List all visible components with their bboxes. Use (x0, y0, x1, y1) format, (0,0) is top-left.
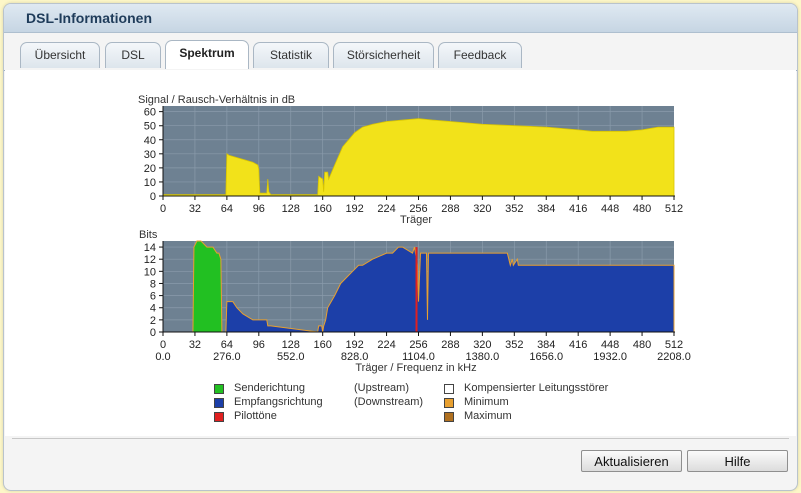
legend-maximum-label: Maximum (464, 410, 512, 422)
bits-x-tick-label: 288 (441, 339, 459, 351)
tab-dsl[interactable]: DSL (105, 42, 161, 68)
snr-x-tick-label: 32 (189, 203, 201, 215)
bits-y-ticks: 02468101214 (144, 242, 163, 339)
footer-divider (12, 438, 789, 439)
snr-y-tick-label: 30 (144, 149, 156, 161)
bits-freq-tick-label: 1932.0 (593, 351, 627, 363)
bits-y-tick-label: 12 (144, 254, 156, 266)
snr-y-tick-label: 60 (144, 107, 156, 119)
tab-statistik[interactable]: Statistik (253, 42, 329, 68)
snr-y-tick-label: 40 (144, 135, 156, 147)
bits-chart: Bits 02468101214 0 32 64 96 128 160 192 224 256 2… (139, 229, 691, 374)
snr-x-tick-label: 288 (441, 203, 459, 215)
tab-uebersicht[interactable]: Übersicht (20, 42, 100, 68)
bits-x-tick-label: 256 (409, 339, 427, 351)
title-bar: DSL-Informationen (4, 4, 797, 33)
legend-swatch-pilot (214, 412, 224, 422)
bits-x-tick-label: 352 (505, 339, 523, 351)
bits-x-tick-label: 192 (345, 339, 363, 351)
spectrum-panel: Signal / Rausch-Verhältnis in dB 0 10 20 30… (5, 70, 796, 436)
bits-freq-tick-label: 1656.0 (529, 351, 563, 363)
tab-spektrum[interactable]: Spektrum (165, 40, 249, 69)
snr-xlabel: Träger (400, 214, 432, 226)
legend-upstream-label: Senderichtung (234, 382, 305, 394)
bits-x-tick-label: 480 (633, 339, 651, 351)
bits-x-tick-label: 32 (189, 339, 201, 351)
tab-stoersicherheit[interactable]: Störsicherheit (333, 42, 434, 68)
legend-swatch-minimum (444, 398, 454, 408)
snr-x-tick-label: 64 (221, 203, 233, 215)
snr-x-tick-label: 192 (345, 203, 363, 215)
bits-y-tick-label: 14 (144, 242, 156, 254)
bits-x-tick-label: 224 (377, 339, 395, 351)
bits-xlabel: Träger / Frequenz in kHz (355, 362, 476, 374)
snr-x-tick-label: 96 (253, 203, 265, 215)
bits-x-ticks: 0 32 64 96 128 160 192 224 256 288 320 352 384 416 448… (160, 332, 683, 351)
snr-x-tick-label: 224 (377, 203, 395, 215)
bits-y-tick-label: 8 (150, 278, 156, 290)
bits-x-tick-label: 160 (314, 339, 332, 351)
snr-x-tick-label: 128 (282, 203, 300, 215)
snr-y-tick-label: 0 (150, 191, 156, 203)
window-title: DSL-Informationen (26, 10, 152, 26)
bits-y-tick-label: 0 (150, 327, 156, 339)
snr-x-ticks: 0 32 64 96 128 160 192 224 256 288 320 352 384 416 448… (160, 196, 683, 215)
bits-x-tick-label: 96 (253, 339, 265, 351)
bits-x-tick-label: 320 (473, 339, 491, 351)
legend-swatch-upstream (214, 384, 224, 394)
bits-x-tick-label: 512 (665, 339, 683, 351)
bits-upstream-area (192, 240, 223, 333)
bits-x-tick-label: 448 (601, 339, 619, 351)
snr-x-tick-label: 448 (601, 203, 619, 215)
snr-y-ticks: 0 10 20 30 40 50 60 (144, 107, 163, 203)
legend-minimum-label: Minimum (464, 396, 509, 408)
snr-x-tick-label: 160 (314, 203, 332, 215)
bits-freq-tick-label: 276.0 (213, 351, 241, 363)
snr-x-tick-label: 352 (505, 203, 523, 215)
snr-chart: Signal / Rausch-Verhältnis in dB 0 10 20 30… (138, 94, 683, 226)
bits-y-tick-label: 4 (150, 303, 156, 315)
snr-x-tick-label: 480 (633, 203, 651, 215)
bits-freq-tick-label: 552.0 (277, 351, 305, 363)
bits-x-tick-label: 384 (537, 339, 555, 351)
bits-y-tick-label: 6 (150, 291, 156, 303)
legend-upstream-dir: (Upstream) (354, 382, 410, 394)
tab-bar: Übersicht DSL Spektrum Statistik Störsic… (4, 40, 797, 71)
bits-x-tick-label: 0 (160, 339, 166, 351)
snr-x-tick-label: 384 (537, 203, 555, 215)
legend-pilot-label: Pilottöne (234, 410, 277, 422)
legend-compensated-label: Kompensierter Leitungsstörer (464, 382, 609, 394)
bits-pilot-tone (415, 247, 418, 332)
snr-ylabel: Signal / Rausch-Verhältnis in dB (138, 94, 295, 106)
bits-x-tick-label: 64 (221, 339, 233, 351)
bits-y-tick-label: 2 (150, 315, 156, 327)
legend-swatch-compensated (444, 384, 454, 394)
refresh-button[interactable]: Aktualisieren (581, 450, 682, 472)
bits-freq-tick-label: 0.0 (155, 351, 170, 363)
snr-x-tick-label: 0 (160, 203, 166, 215)
legend-swatch-downstream (214, 398, 224, 408)
snr-x-tick-label: 320 (473, 203, 491, 215)
snr-y-tick-label: 10 (144, 177, 156, 189)
bits-ylabel: Bits (139, 229, 158, 241)
snr-y-tick-label: 20 (144, 163, 156, 175)
bits-x-tick-label: 416 (569, 339, 587, 351)
snr-x-tick-label: 416 (569, 203, 587, 215)
legend-swatch-maximum (444, 412, 454, 422)
tab-feedback[interactable]: Feedback (438, 42, 522, 68)
help-button[interactable]: Hilfe (687, 450, 788, 472)
bits-freq-tick-label: 2208.0 (657, 351, 691, 363)
legend-downstream-label: Empfangsrichtung (234, 396, 323, 408)
snr-y-tick-label: 50 (144, 121, 156, 133)
snr-x-tick-label: 512 (665, 203, 683, 215)
legend-downstream-dir: (Downstream) (354, 396, 424, 408)
dsl-info-window: DSL-Informationen Übersicht DSL Spektrum… (3, 3, 798, 491)
bits-x-tick-label: 128 (282, 339, 300, 351)
bits-y-tick-label: 10 (144, 266, 156, 278)
